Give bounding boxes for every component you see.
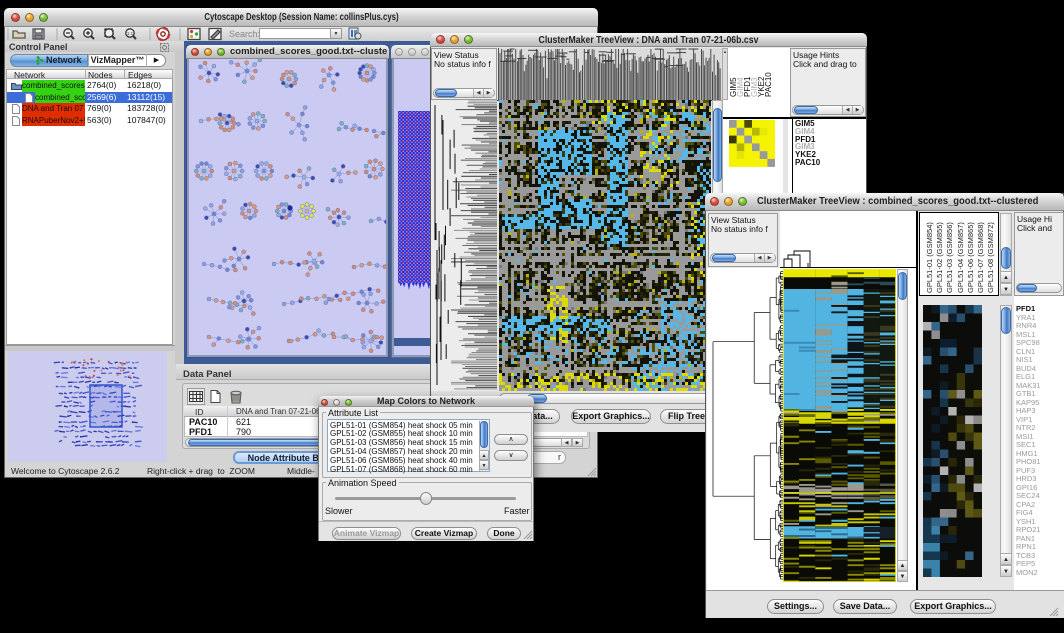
svg-text:1:1: 1:1 [127, 31, 134, 36]
